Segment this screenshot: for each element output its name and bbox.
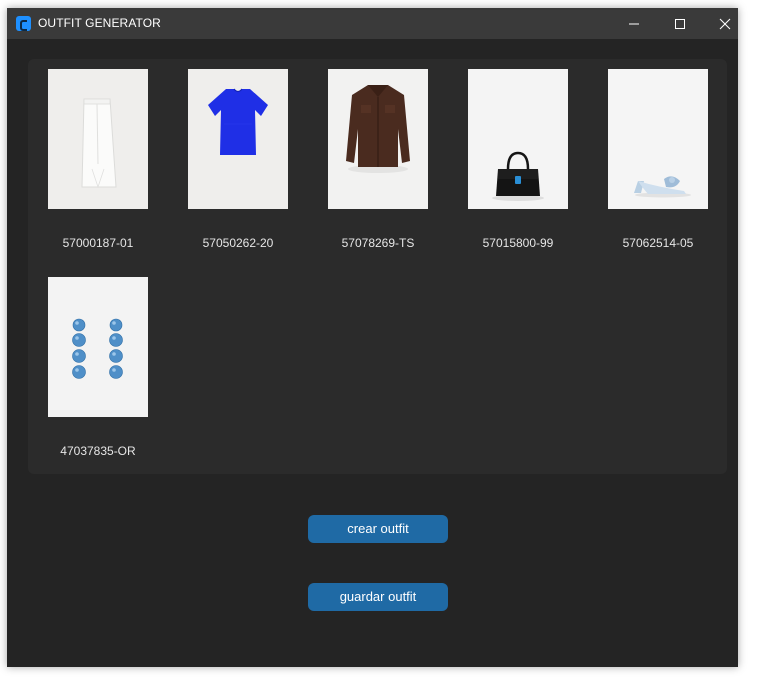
- window-title: OUTFIT GENERATOR: [38, 16, 161, 30]
- item-code-label: 57062514-05: [622, 236, 694, 250]
- item-code-label: 57000187-01: [62, 236, 134, 250]
- item-code-label: 47037835-OR: [60, 444, 136, 458]
- maximize-icon: [675, 19, 685, 29]
- minimize-button[interactable]: [611, 8, 657, 39]
- blue-drop-earrings-image[interactable]: [48, 277, 148, 417]
- close-icon: [719, 18, 731, 30]
- brown-shirt-image[interactable]: [328, 69, 428, 209]
- minimize-icon: [629, 23, 639, 25]
- blue-tshirt-image[interactable]: [188, 69, 288, 209]
- app-window: OUTFIT GENERATOR 57000187-01 57050262-20…: [7, 8, 738, 667]
- save-outfit-button[interactable]: guardar outfit: [308, 583, 448, 611]
- item-code-label: 57078269-TS: [341, 236, 415, 250]
- close-button[interactable]: [702, 8, 738, 39]
- black-handbag-image[interactable]: [468, 69, 568, 209]
- item-code-label: 57050262-20: [202, 236, 274, 250]
- white-skirt-image[interactable]: [48, 69, 148, 209]
- title-bar[interactable]: OUTFIT GENERATOR: [7, 8, 738, 39]
- app-logo-icon: [16, 16, 31, 31]
- blue-mule-heel-image[interactable]: [608, 69, 708, 209]
- maximize-button[interactable]: [657, 8, 703, 39]
- item-code-label: 57015800-99: [482, 236, 554, 250]
- create-outfit-button[interactable]: crear outfit: [308, 515, 448, 543]
- outfit-items-frame[interactable]: 57000187-01 57050262-20 57078269-TS 5701…: [28, 59, 727, 474]
